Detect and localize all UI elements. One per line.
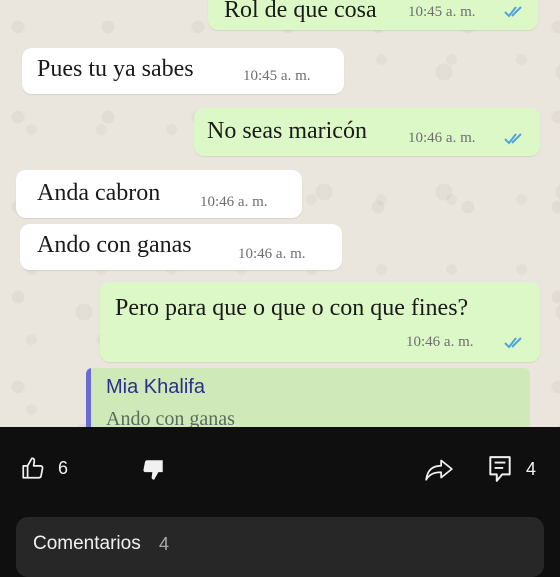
dislike-button[interactable] <box>140 457 166 483</box>
comments-panel[interactable]: Comentarios 4 <box>16 517 544 577</box>
message-bubble-incoming: Pues tu ya sabes 10:45 a. m. <box>22 48 344 94</box>
quote-accent-bar <box>86 368 91 427</box>
message-text: Rol de que cosa <box>224 0 377 23</box>
message-bubble-incoming: Ando con ganas 10:46 a. m. <box>20 224 342 270</box>
message-text: Anda cabron <box>37 180 161 206</box>
chat-screenshot: Rol de que cosa 10:45 a. m. Pues tu ya s… <box>0 0 560 427</box>
read-receipt-icon <box>504 133 522 145</box>
thumbs-down-icon <box>143 460 163 480</box>
message-time: 10:46 a. m. <box>406 334 474 350</box>
message-time: 10:46 a. m. <box>408 130 476 146</box>
message-bubble-outgoing: No seas maricón 10:46 a. m. <box>194 108 540 156</box>
comments-button[interactable]: 4 <box>488 455 536 483</box>
message-time: 10:45 a. m. <box>408 4 476 20</box>
action-bar: 6 4 <box>0 427 560 507</box>
quoted-reply: Mia Khalifa Ando con ganas <box>86 368 530 427</box>
message-text: No seas maricón <box>207 118 367 144</box>
message-bubble-outgoing: Rol de que cosa 10:45 a. m. <box>208 0 538 30</box>
message-time: 10:46 a. m. <box>200 194 268 210</box>
thumbs-up-icon <box>22 457 44 479</box>
read-receipt-icon <box>504 337 522 349</box>
quoted-text: Ando con ganas <box>106 408 235 427</box>
quoted-author: Mia Khalifa <box>106 376 205 398</box>
read-receipt-icon <box>504 6 522 18</box>
message-bubble-outgoing: Pero para que o que o con que fines? 10:… <box>100 282 540 362</box>
comments-icon <box>489 456 511 482</box>
comments-panel-count: 4 <box>159 534 170 554</box>
message-text: Pues tu ya sabes <box>37 56 194 82</box>
like-button[interactable]: 6 <box>20 455 68 481</box>
message-time: 10:45 a. m. <box>243 68 311 84</box>
comments-count: 4 <box>526 458 537 479</box>
comments-title: Comentarios <box>33 533 141 554</box>
share-button[interactable] <box>424 456 454 482</box>
message-bubble-incoming: Anda cabron 10:46 a. m. <box>16 170 302 218</box>
message-text: Pero para que o que o con que fines? <box>115 295 469 321</box>
message-text: Ando con ganas <box>37 232 192 258</box>
like-count: 6 <box>58 457 69 478</box>
share-icon <box>425 459 453 481</box>
message-time: 10:46 a. m. <box>238 246 306 262</box>
